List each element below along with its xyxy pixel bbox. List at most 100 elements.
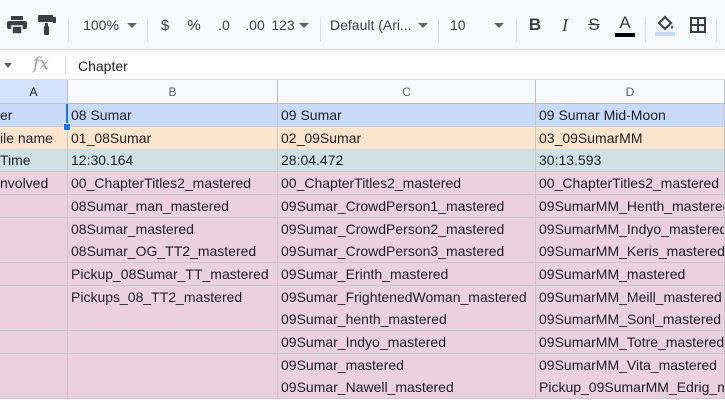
cell-b-row-1[interactable]: 08 Sumar — [68, 104, 278, 127]
print-icon[interactable] — [4, 0, 30, 50]
cell-b-row-6[interactable]: 08Sumar_mastered — [68, 218, 278, 241]
toolbar-divider — [68, 18, 69, 42]
cell-c-row-8[interactable]: 09Sumar_Erinth_mastered — [278, 263, 536, 286]
cell-d-row-13[interactable]: Pickup_09SumarMM_Edrig_mastered — [536, 376, 725, 399]
cell-c-row-10[interactable]: 09Sumar_henth_mastered — [278, 308, 536, 331]
percent-format-button[interactable]: % — [184, 0, 204, 50]
fill-handle[interactable] — [63, 123, 71, 131]
font-size-select[interactable]: 10 — [450, 0, 510, 50]
cell-b-row-7[interactable]: 08Sumar_OG_TT2_mastered — [68, 240, 278, 263]
toolbar-divider — [716, 18, 717, 42]
text-color-letter: A — [619, 12, 631, 32]
cell-a-row-4[interactable]: nvolved — [0, 172, 68, 195]
decrease-decimal-label: .0 — [218, 17, 230, 33]
italic-button[interactable]: I — [554, 0, 576, 50]
cell-d-row-12[interactable]: 09SumarMM_Vita_mastered — [536, 354, 725, 377]
cell-d-row-8[interactable]: 09SumarMM_mastered — [536, 263, 725, 286]
chevron-down-icon[interactable] — [4, 63, 12, 68]
cell-a-row-13[interactable] — [0, 376, 68, 399]
cell-d-row-4[interactable]: 00_ChapterTitles2_mastered — [536, 172, 725, 195]
chevron-down-icon — [126, 22, 137, 28]
cell-d-row-3[interactable]: 30:13.593 — [536, 149, 725, 172]
fx-icon: fx — [33, 54, 49, 74]
cell-b-row-11[interactable] — [68, 331, 278, 354]
cell-a-row-10[interactable] — [0, 308, 68, 331]
font-family-select[interactable]: Default (Ari... — [330, 0, 430, 50]
chevron-down-icon — [298, 22, 309, 28]
more-formats-label: 123 — [271, 17, 295, 33]
increase-decimal-button[interactable]: .00 — [242, 0, 268, 50]
paint-bucket-icon — [657, 15, 673, 30]
cell-b-row-10[interactable] — [68, 308, 278, 331]
cell-a-row-12[interactable] — [0, 354, 68, 377]
strikethrough-button[interactable]: S — [583, 0, 605, 50]
cell-a-row-9[interactable] — [0, 286, 68, 309]
cell-c-row-5[interactable]: 09Sumar_CrowdPerson1_mastered — [278, 195, 536, 218]
cell-c-row-13[interactable]: 09Sumar_Nawell_mastered — [278, 376, 536, 399]
cell-b-row-9[interactable]: Pickups_08_TT2_mastered — [68, 286, 278, 309]
decrease-decimal-button[interactable]: .0 — [212, 0, 236, 50]
cell-c-row-11[interactable]: 09Sumar_Indyo_mastered — [278, 331, 536, 354]
cell-a-row-1[interactable]: er — [0, 104, 68, 127]
font-size-value: 10 — [450, 17, 466, 33]
zoom-select[interactable]: 100% — [80, 0, 140, 50]
cell-c-row-12[interactable]: 09Sumar_mastered — [278, 354, 536, 377]
cell-a-row-11[interactable] — [0, 331, 68, 354]
column-header-a[interactable]: A — [0, 80, 68, 104]
cell-c-row-6[interactable]: 09Sumar_CrowdPerson2_mastered — [278, 218, 536, 241]
more-formats-select[interactable]: 123 — [270, 0, 310, 50]
cell-c-row-4[interactable]: 00_ChapterTitles2_mastered — [278, 172, 536, 195]
cell-d-row-7[interactable]: 09SumarMM_Keris_mastered — [536, 240, 725, 263]
cell-d-row-2[interactable]: 03_09SumarMM — [536, 127, 725, 150]
cell-a-row-3[interactable]: Time — [0, 149, 68, 172]
cell-c-row-1[interactable]: 09 Sumar — [278, 104, 536, 127]
fill-color-button[interactable] — [653, 0, 677, 50]
cell-b-row-4[interactable]: 00_ChapterTitles2_mastered — [68, 172, 278, 195]
formula-input[interactable]: Chapter — [78, 58, 128, 74]
cell-d-row-10[interactable]: 09SumarMM_Sonl_mastered — [536, 308, 725, 331]
toolbar-divider — [438, 18, 439, 42]
cell-a-row-8[interactable] — [0, 263, 68, 286]
cell-a-row-2[interactable]: ile name — [0, 127, 68, 150]
text-color-button[interactable]: A — [613, 0, 637, 50]
cell-c-row-9[interactable]: 09Sumar_FrightenedWoman_mastered — [278, 286, 536, 309]
cell-a-row-7[interactable] — [0, 240, 68, 263]
column-header-d[interactable]: D — [536, 80, 725, 104]
toolbar-divider — [147, 18, 148, 42]
bold-button[interactable]: B — [524, 0, 546, 50]
text-color-bar — [615, 32, 635, 37]
font-family-value: Default (Ari... — [330, 17, 412, 33]
column-header-b[interactable]: B — [68, 80, 278, 104]
cell-c-row-3[interactable]: 28:04.472 — [278, 149, 536, 172]
formula-divider — [65, 56, 66, 74]
cell-b-row-8[interactable]: Pickup_08Sumar_TT_mastered — [68, 263, 278, 286]
cell-c-row-7[interactable]: 09Sumar_CrowdPerson3_mastered — [278, 240, 536, 263]
paint-format-icon[interactable] — [34, 0, 60, 50]
chevron-down-icon — [417, 22, 428, 28]
chevron-down-icon — [493, 22, 504, 28]
column-header-c[interactable]: C — [278, 80, 536, 104]
cell-d-row-9[interactable]: 09SumarMM_Meill_mastered — [536, 286, 725, 309]
cell-d-row-5[interactable]: 09SumarMM_Henth_mastered — [536, 195, 725, 218]
currency-format-button[interactable]: $ — [155, 0, 175, 50]
cell-b-row-2[interactable]: 01_08Sumar — [68, 127, 278, 150]
cell-b-row-13[interactable] — [68, 376, 278, 399]
cell-a-row-5[interactable] — [0, 195, 68, 218]
toolbar-divider — [320, 18, 321, 42]
cell-b-row-3[interactable]: 12:30.164 — [68, 149, 278, 172]
toolbar: 100% $ % .0 .00 123 Default (Ari... 10 B… — [0, 0, 725, 50]
fill-color-bar — [655, 31, 675, 36]
cell-d-row-1[interactable]: 09 Sumar Mid-Moon — [536, 104, 725, 127]
formula-bar: fx Chapter — [0, 50, 725, 80]
cell-c-row-2[interactable]: 02_09Sumar — [278, 127, 536, 150]
toolbar-divider — [645, 18, 646, 42]
borders-icon[interactable] — [686, 0, 710, 50]
cell-d-row-6[interactable]: 09SumarMM_Indyo_mastered — [536, 218, 725, 241]
toolbar-divider — [516, 18, 517, 42]
increase-decimal-label: .00 — [245, 17, 265, 33]
zoom-value: 100% — [83, 17, 119, 33]
cell-d-row-11[interactable]: 09SumarMM_Totre_mastered — [536, 331, 725, 354]
cell-b-row-5[interactable]: 08Sumar_man_mastered — [68, 195, 278, 218]
cell-b-row-12[interactable] — [68, 354, 278, 377]
cell-a-row-6[interactable] — [0, 218, 68, 241]
